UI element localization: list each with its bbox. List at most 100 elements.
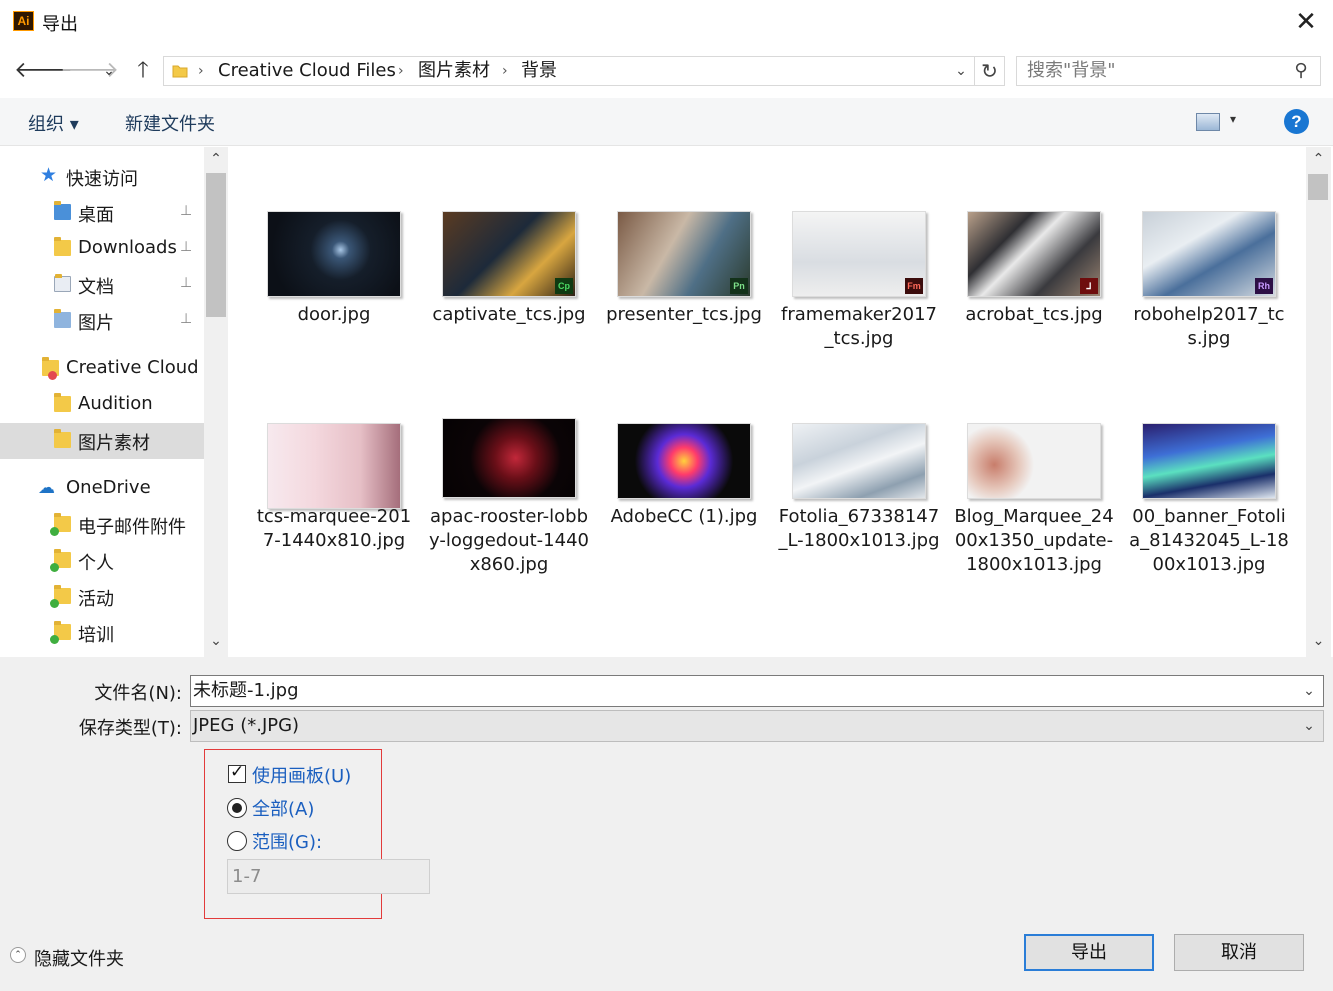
image-thumbnail xyxy=(1142,423,1276,499)
pin-icon[interactable]: ⊥ xyxy=(180,203,192,219)
file-name: Fotolia_67338147_L-1800x1013.jpg xyxy=(778,506,940,551)
sidebar-item-onedrive[interactable]: ☁ OneDrive xyxy=(0,471,204,507)
pin-icon[interactable]: ⊥ xyxy=(180,311,192,327)
file-tile-presenter[interactable]: Pn presenter_tcs.jpg xyxy=(603,197,765,397)
pin-icon[interactable]: ⊥ xyxy=(180,239,192,255)
sidebar-item-quick-access[interactable]: ★ 快速访问 xyxy=(0,159,204,195)
breadcrumb-creative-cloud-files[interactable]: Creative Cloud Files xyxy=(218,57,396,85)
back-button[interactable]: 🡐 xyxy=(14,56,73,86)
scroll-up-icon[interactable]: ⌃ xyxy=(204,151,228,167)
sync-status-icon xyxy=(50,527,59,536)
file-name: acrobat_tcs.jpg xyxy=(965,304,1103,325)
change-view-icon[interactable] xyxy=(1196,113,1220,131)
breadcrumb-background[interactable]: 背景 xyxy=(521,57,557,85)
file-tile-apac-rooster[interactable]: apac-rooster-lobby-loggedout-1440x860.jp… xyxy=(428,409,590,609)
range-input[interactable]: 1-7 xyxy=(227,859,430,894)
chevron-up-icon: ⌃ xyxy=(10,947,26,963)
image-thumbnail xyxy=(442,418,576,498)
filetype-select[interactable]: JPEG (*.JPG) xyxy=(190,710,1324,742)
close-button[interactable]: ✕ xyxy=(1286,6,1326,40)
sidebar-item-label: 文档 xyxy=(78,277,114,298)
dialog-title: 导出 xyxy=(42,14,78,35)
sidebar-item-label: 快速访问 xyxy=(66,169,138,190)
file-tile-framemaker[interactable]: Fm framemaker2017_tcs.jpg xyxy=(778,197,940,397)
range-radio[interactable] xyxy=(227,831,247,851)
hide-folders-label: 隐藏文件夹 xyxy=(34,949,124,970)
file-tile-blog-marquee[interactable]: Blog_Marquee_2400x1350_update-1800x1013.… xyxy=(953,409,1115,609)
sidebar-item-label: 个人 xyxy=(78,553,114,574)
sidebar-item-documents[interactable]: 文档 ⊥ xyxy=(0,267,204,303)
export-button[interactable]: 导出 xyxy=(1024,934,1154,971)
title-bar: Ai 导出 ✕ xyxy=(0,0,1333,44)
file-name: AdobeCC (1).jpg xyxy=(610,506,758,527)
scroll-down-icon[interactable]: ⌄ xyxy=(1306,633,1331,649)
file-tile-tcs-marquee[interactable]: tcs-marquee-2017-1440x810.jpg xyxy=(253,409,415,609)
sidebar-item-personal[interactable]: 个人 xyxy=(0,543,204,579)
filename-input[interactable]: 未标题-1.jpg xyxy=(190,675,1324,707)
sidebar-item-events[interactable]: 活动 xyxy=(0,579,204,615)
file-tile-captivate[interactable]: Cp captivate_tcs.jpg xyxy=(428,197,590,397)
file-name: 00_banner_Fotolia_81432045_L-1800x1013.j… xyxy=(1129,506,1289,575)
file-tile-adobecc[interactable]: AdobeCC (1).jpg xyxy=(603,409,765,609)
sidebar-item-desktop[interactable]: 桌面 ⊥ xyxy=(0,195,204,231)
file-tile-robohelp[interactable]: Rh robohelp2017_tcs.jpg xyxy=(1128,197,1290,397)
image-thumbnail xyxy=(267,423,401,509)
image-thumbnail: Rh xyxy=(1142,211,1276,297)
scrollbar-thumb[interactable] xyxy=(1308,174,1328,200)
help-button[interactable]: ? xyxy=(1284,109,1309,134)
new-folder-button[interactable]: 新建文件夹 xyxy=(125,110,215,136)
file-tile-acrobat[interactable]: ⅃ acrobat_tcs.jpg xyxy=(953,197,1115,397)
all-artboards-radio[interactable] xyxy=(227,798,247,818)
chevron-down-icon[interactable]: ⌄ xyxy=(1298,676,1320,706)
scroll-down-icon[interactable]: ⌄ xyxy=(204,633,228,649)
file-name: tcs-marquee-2017-1440x810.jpg xyxy=(256,506,412,551)
chevron-down-icon[interactable]: ⌄ xyxy=(950,57,972,85)
cancel-button[interactable]: 取消 xyxy=(1174,934,1304,971)
documents-folder-icon xyxy=(54,274,71,292)
sidebar-item-downloads[interactable]: Downloads ⊥ xyxy=(0,231,204,267)
range-label[interactable]: 范围(G): xyxy=(252,828,322,854)
forward-button[interactable]: 🡒 xyxy=(60,56,119,86)
hide-folders-button[interactable]: ⌃ 隐藏文件夹 xyxy=(10,945,124,971)
chevron-down-icon[interactable]: ⌄ xyxy=(1298,711,1320,741)
pin-icon[interactable]: ⊥ xyxy=(180,275,192,291)
use-artboards-checkbox[interactable] xyxy=(228,762,246,783)
refresh-button[interactable]: ↻ xyxy=(975,56,1005,86)
recent-locations-button[interactable]: ⌄ xyxy=(98,56,120,86)
sidebar-item-training[interactable]: 培训 xyxy=(0,615,204,651)
folder-icon xyxy=(54,393,71,412)
sidebar-item-image-assets[interactable]: 图片素材 xyxy=(0,423,204,459)
sidebar-item-label: OneDrive xyxy=(66,477,151,498)
search-icon[interactable]: ⚲ xyxy=(1288,58,1314,84)
file-tile-fotolia[interactable]: Fotolia_67338147_L-1800x1013.jpg xyxy=(778,409,940,609)
file-name: apac-rooster-lobby-loggedout-1440x860.jp… xyxy=(429,506,589,575)
sidebar-item-email-attachments[interactable]: 电子邮件附件 xyxy=(0,507,204,543)
file-name: presenter_tcs.jpg xyxy=(606,304,762,325)
sidebar-item-pictures[interactable]: 图片 ⊥ xyxy=(0,303,204,339)
view-options-dropdown[interactable]: ▾ xyxy=(1230,112,1236,126)
scrollbar-thumb[interactable] xyxy=(206,173,226,317)
presenter-badge-icon: Pn xyxy=(730,278,748,294)
organize-button[interactable]: 组织 ▾ xyxy=(28,110,79,136)
file-tile-banner-fotolia[interactable]: 00_banner_Fotolia_81432045_L-1800x1013.j… xyxy=(1128,409,1290,609)
search-input[interactable]: 搜索"背景" xyxy=(1016,56,1321,86)
sync-status-icon xyxy=(50,563,59,572)
all-artboards-label[interactable]: 全部(A) xyxy=(252,795,314,821)
navigation-scrollbar[interactable]: ⌃ ⌄ xyxy=(204,147,228,657)
folder-icon xyxy=(172,63,188,79)
file-tile-door[interactable]: door.jpg xyxy=(253,197,415,397)
use-artboards-label[interactable]: 使用画板(U) xyxy=(252,762,351,788)
downloads-folder-icon xyxy=(54,237,71,256)
sidebar-item-label: 电子邮件附件 xyxy=(78,517,186,538)
captivate-badge-icon: Cp xyxy=(555,278,573,294)
image-thumbnail: Pn xyxy=(617,211,751,297)
breadcrumb-image-assets[interactable]: 图片素材 xyxy=(418,57,490,85)
sidebar-item-label: Creative Cloud Files xyxy=(66,357,204,378)
sidebar-item-creative-cloud-files[interactable]: Creative Cloud Files xyxy=(0,351,204,387)
sidebar-item-audition[interactable]: Audition xyxy=(0,387,204,423)
address-bar[interactable]: › Creative Cloud Files › 图片素材 › 背景 ⌄ xyxy=(163,56,975,86)
scroll-up-icon[interactable]: ⌃ xyxy=(1306,151,1331,167)
up-button[interactable]: 🡑 xyxy=(128,56,158,86)
file-list-scrollbar[interactable]: ⌃ ⌄ xyxy=(1306,147,1331,657)
sidebar-item-label: Downloads xyxy=(78,237,177,258)
